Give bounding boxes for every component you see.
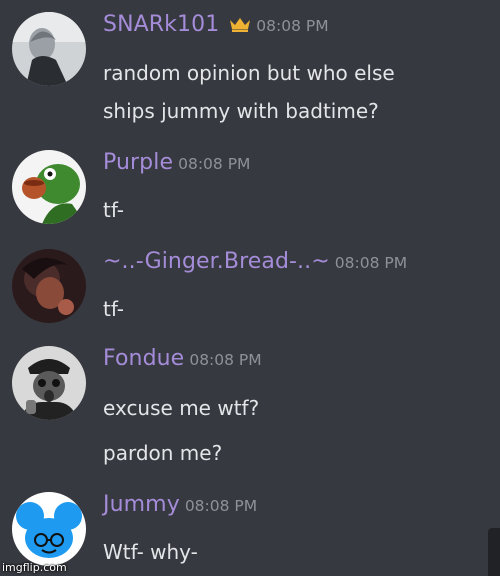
timestamp: 08:08 PM [178,155,251,173]
username[interactable]: Jummy [103,492,180,517]
message-text: ships jummy with badtime? [103,99,379,123]
message-text: Wtf- why- [103,540,198,564]
message-text: tf- [103,297,125,321]
message-text: pardon me? [103,441,223,465]
username[interactable]: SNARk101 [103,12,219,37]
message-header: Jummy 08:08 PM [103,492,257,517]
statue-avatar-icon [12,12,86,86]
scrollbar[interactable] [488,528,500,576]
message-header: SNARk101 08:08 PM [103,12,329,37]
message-group-jummy: Jummy 08:08 PM Wtf- why- [0,492,500,576]
message-header: Fondue 08:08 PM [103,346,262,371]
message-text: random opinion but who else [103,61,395,85]
message-header: Purple 08:08 PM [103,150,250,175]
message-group-ginger-bread: ~..-Ginger.Bread-..~ 08:08 PM tf- [0,249,500,329]
watermark: imgflip.com [2,561,67,574]
avatar[interactable] [12,346,86,420]
crown-icon [229,16,251,32]
timestamp: 08:08 PM [189,351,262,369]
username[interactable]: ~..-Ginger.Bread-..~ [103,249,330,274]
blue-mouse-avatar-icon [12,492,86,566]
message-header: ~..-Ginger.Bread-..~ 08:08 PM [103,249,407,274]
timestamp: 08:08 PM [184,497,258,515]
username[interactable]: Purple [103,150,173,175]
avatar[interactable] [12,249,86,323]
timestamp: 08:08 PM [334,254,408,272]
message-group-purple: Purple 08:08 PM tf- [0,150,500,230]
avatar[interactable] [12,150,86,224]
kermit-avatar-icon [12,150,86,224]
message-group-snark101: SNARk101 08:08 PM random opinion but who… [0,12,500,132]
gas-mask-avatar-icon [12,346,86,420]
avatar[interactable] [12,12,86,86]
username[interactable]: Fondue [103,346,184,371]
message-text: excuse me wtf? [103,396,260,420]
chat-message-list: SNARk101 08:08 PM random opinion but who… [0,0,500,576]
message-text: tf- [103,198,125,222]
timestamp: 08:08 PM [256,17,329,35]
avatar[interactable] [12,492,86,566]
message-group-fondue: Fondue 08:08 PM excuse me wtf? pardon me… [0,346,500,476]
dark-art-avatar-icon [12,249,86,323]
